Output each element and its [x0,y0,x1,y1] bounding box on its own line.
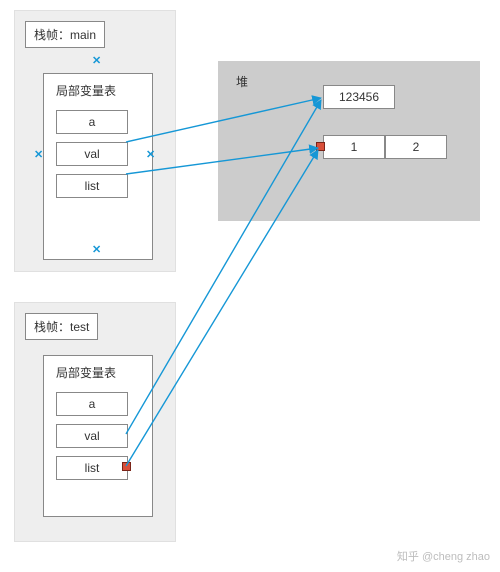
local-var-table-main: 局部变量表 a val list [43,73,153,260]
heap-array-cell-1: 2 [385,135,447,159]
heap-array-cell-0: 1 [323,135,385,159]
local-var-table-title-main: 局部变量表 [56,82,116,99]
var-a-test: a [56,392,128,416]
var-list-main: list [56,174,128,198]
resize-handle-icon: ✕ [34,150,43,161]
resize-handle-icon: ✕ [146,150,155,161]
heap-string-object: 123456 [323,85,395,109]
var-val-test: val [56,424,128,448]
anchor-handle-icon [316,142,325,151]
local-var-table-test: 局部变量表 a val list [43,355,153,517]
var-list-test: list [56,456,128,480]
anchor-handle-icon [122,462,131,471]
local-var-table-title-test: 局部变量表 [56,364,116,381]
stack-frame-test: 栈帧：test 局部变量表 a val list [14,302,176,542]
stack-frame-main: 栈帧：main 局部变量表 a val list [14,10,176,272]
watermark: 知乎 @cheng zhao [397,548,490,564]
var-val-main: val [56,142,128,166]
frame-title-main: 栈帧：main [25,21,105,48]
resize-handle-icon: ✕ [92,56,101,67]
heap-panel: 堆 123456 1 2 [218,61,480,221]
var-a-main: a [56,110,128,134]
resize-handle-icon: ✕ [92,245,101,256]
frame-title-test: 栈帧：test [25,313,98,340]
heap-label: 堆 [236,73,248,90]
